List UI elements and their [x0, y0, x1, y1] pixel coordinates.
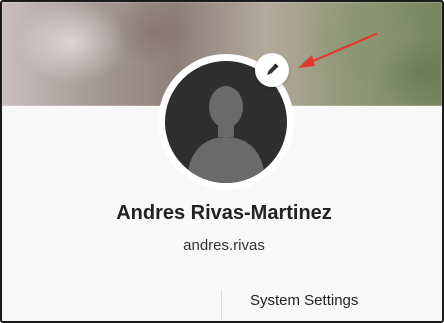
edit-avatar-button[interactable]: [255, 53, 289, 87]
profile-username: andres.rivas: [183, 237, 265, 254]
section-divider: [221, 290, 222, 321]
system-settings-heading: System Settings: [250, 292, 359, 309]
annotation-arrow: [298, 32, 378, 68]
profile-full-name: Andres Rivas-Martinez: [116, 202, 332, 224]
pencil-icon: [267, 63, 279, 75]
profile-window: Andres Rivas-Martinez andres.rivas Syste…: [0, 0, 444, 323]
